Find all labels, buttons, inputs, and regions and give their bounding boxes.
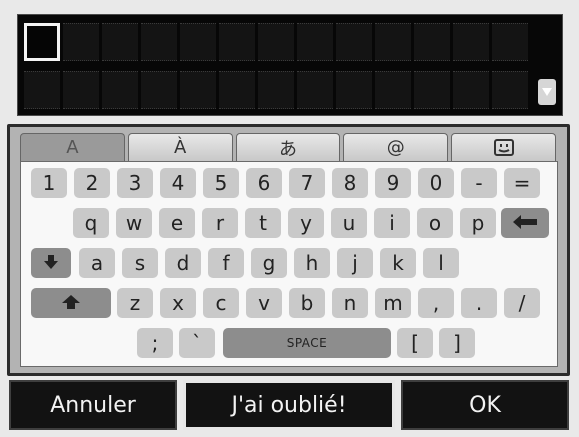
key[interactable]: 9 <box>375 168 411 198</box>
key[interactable]: / <box>504 288 540 318</box>
entry-cell <box>258 23 294 61</box>
key[interactable]: c <box>203 288 239 318</box>
entry-cell <box>336 71 372 109</box>
tab-symbols[interactable]: @ <box>343 133 449 161</box>
entry-cell <box>297 71 333 109</box>
smiley-icon <box>493 138 514 156</box>
key[interactable]: 8 <box>332 168 368 198</box>
key[interactable]: r <box>202 208 238 238</box>
entry-row-2 <box>24 71 528 111</box>
key[interactable]: 7 <box>289 168 325 198</box>
entry-cell <box>258 71 294 109</box>
entry-cell <box>219 23 255 61</box>
key[interactable]: g <box>251 248 287 278</box>
entry-row-1 <box>24 23 528 63</box>
caps-lock-icon <box>42 251 60 275</box>
key[interactable]: , <box>418 288 454 318</box>
entry-cell <box>492 23 528 61</box>
key[interactable]: k <box>380 248 416 278</box>
keys-area: 1 2 3 4 5 6 7 8 9 0- = q w e r t y u i o p a s d f g h j k l z x c v b n m,.… <box>20 161 558 367</box>
entry-cell <box>453 23 489 61</box>
key[interactable]: z <box>117 288 153 318</box>
key[interactable]: j <box>337 248 373 278</box>
key[interactable]: s <box>122 248 158 278</box>
entry-cell <box>414 71 450 109</box>
shift-icon <box>61 291 81 315</box>
entry-cell <box>102 23 138 61</box>
key[interactable]: - <box>461 168 497 198</box>
key[interactable]: l <box>423 248 459 278</box>
key[interactable]: ; <box>137 328 173 358</box>
entry-cell <box>180 71 216 109</box>
tab-latin[interactable]: A <box>20 133 125 161</box>
key[interactable]: d <box>165 248 201 278</box>
entry-cell <box>141 71 177 109</box>
key[interactable]: ] <box>439 328 475 358</box>
cancel-button[interactable]: Annuler <box>9 380 177 430</box>
key[interactable]: i <box>374 208 410 238</box>
entry-cell <box>375 23 411 61</box>
key[interactable]: p <box>460 208 496 238</box>
caps-lock-key[interactable] <box>31 248 71 278</box>
key[interactable]: h <box>294 248 330 278</box>
entry-cell <box>180 23 216 61</box>
entry-cell <box>63 71 99 109</box>
key[interactable]: f <box>208 248 244 278</box>
chevron-down-icon <box>542 88 552 96</box>
key[interactable]: 5 <box>203 168 239 198</box>
key[interactable]: 4 <box>160 168 196 198</box>
key[interactable]: w <box>116 208 152 238</box>
entry-cell <box>141 23 177 61</box>
key[interactable]: 6 <box>246 168 282 198</box>
entry-cell <box>336 23 372 61</box>
key[interactable]: ` <box>179 328 215 358</box>
key[interactable]: n <box>332 288 368 318</box>
tab-accented[interactable]: À <box>127 133 233 161</box>
entry-cell <box>375 71 411 109</box>
key[interactable]: b <box>289 288 325 318</box>
key[interactable]: 2 <box>74 168 110 198</box>
key[interactable]: u <box>331 208 367 238</box>
key[interactable]: a <box>79 248 115 278</box>
key[interactable]: [ <box>397 328 433 358</box>
tab-hiragana[interactable]: あ <box>235 133 341 161</box>
key[interactable]: o <box>417 208 453 238</box>
key[interactable]: . <box>461 288 497 318</box>
keyboard-panel: A À あ @ 1 2 3 4 5 6 7 8 9 0- = q w e r t y u i o p a s d f g h j k l z… <box>7 124 570 376</box>
entry-cell <box>297 23 333 61</box>
entry-cell <box>24 71 60 109</box>
key[interactable]: t <box>245 208 281 238</box>
key[interactable]: v <box>246 288 282 318</box>
tab-emoticons[interactable] <box>451 133 556 161</box>
ok-button[interactable]: OK <box>401 380 569 430</box>
key[interactable]: 3 <box>117 168 153 198</box>
key[interactable]: = <box>504 168 540 198</box>
text-entry-field[interactable] <box>17 14 563 116</box>
keyboard-mode-tabs: A À あ @ <box>20 133 556 163</box>
text-cursor-cell <box>24 23 60 61</box>
key[interactable]: 0 <box>418 168 454 198</box>
backspace-key[interactable] <box>501 208 549 238</box>
entry-cell <box>492 71 528 109</box>
entry-cell <box>414 23 450 61</box>
entry-cell <box>219 71 255 109</box>
entry-cell <box>102 71 138 109</box>
entry-cell <box>453 71 489 109</box>
key[interactable]: 1 <box>31 168 67 198</box>
entry-cell <box>63 23 99 61</box>
key[interactable]: q <box>73 208 109 238</box>
space-key[interactable]: SPACE <box>223 328 391 358</box>
key[interactable]: x <box>160 288 196 318</box>
scroll-down-button[interactable] <box>538 79 556 105</box>
forgot-button[interactable]: J'ai oublié! <box>183 380 395 430</box>
key[interactable]: e <box>159 208 195 238</box>
shift-key[interactable] <box>31 288 111 318</box>
backspace-icon <box>512 211 538 235</box>
key[interactable]: y <box>288 208 324 238</box>
key[interactable]: m <box>375 288 411 318</box>
